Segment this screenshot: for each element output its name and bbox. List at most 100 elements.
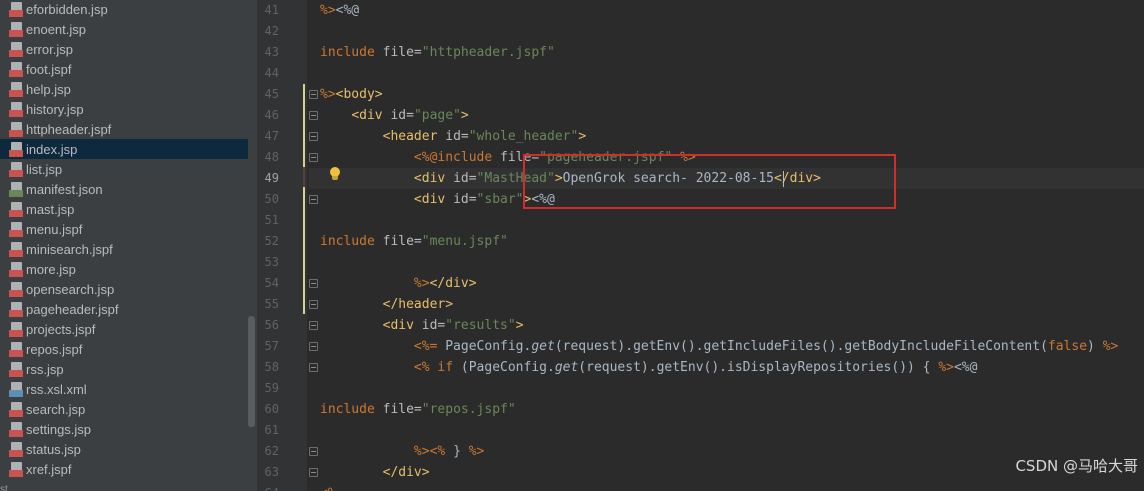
file-item[interactable]: menu.jspf	[0, 219, 248, 239]
code-line[interactable]: include file="httpheader.jspf"	[320, 42, 555, 63]
code-token: get	[554, 360, 579, 375]
file-item[interactable]: history.jsp	[0, 99, 248, 119]
line-number: 50	[264, 192, 279, 206]
code-token: false	[1047, 339, 1088, 354]
sidebar-scrollbar[interactable]	[248, 316, 255, 427]
file-item[interactable]: mast.jsp	[0, 199, 248, 219]
code-token: <%@	[953, 360, 978, 375]
file-item[interactable]: help.jsp	[0, 79, 248, 99]
line-number: 45	[264, 87, 279, 101]
file-item[interactable]: manifest.json	[0, 179, 248, 199]
file-item[interactable]: error.jsp	[0, 39, 248, 59]
file-item[interactable]: httpheader.jspf	[0, 119, 248, 139]
jsp-file-icon	[9, 81, 23, 97]
code-line[interactable]: %><%@	[320, 0, 359, 21]
file-item[interactable]: foot.jspf	[0, 59, 248, 79]
jsp-file-icon	[9, 1, 23, 17]
jsp-file-icon	[9, 281, 23, 297]
file-item[interactable]: search.jsp	[0, 399, 248, 419]
line-number: 56	[264, 318, 279, 332]
code-token: %>	[320, 87, 336, 102]
fold-icon[interactable]	[309, 111, 318, 120]
file-item[interactable]: pageheader.jspf	[0, 299, 248, 319]
file-item[interactable]: projects.jspf	[0, 319, 248, 339]
code-token: %>	[413, 276, 430, 291]
file-item[interactable]: settings.jsp	[0, 419, 248, 439]
file-item[interactable]: repos.jspf	[0, 339, 248, 359]
file-item[interactable]: rss.jsp	[0, 359, 248, 379]
code-token: include	[320, 402, 383, 417]
file-label: manifest.json	[26, 181, 103, 197]
fold-icon[interactable]	[309, 321, 318, 330]
code-line[interactable]: <% if (PageConfig.get(request).getEnv().…	[320, 357, 978, 378]
fold-icon[interactable]	[309, 195, 318, 204]
file-item[interactable]: opensearch.jsp	[0, 279, 248, 299]
fold-icon[interactable]	[309, 90, 318, 99]
fold-icon[interactable]	[309, 447, 318, 456]
fold-icon[interactable]	[309, 363, 318, 372]
code-line[interactable]: <div id="sbar"><%@	[320, 189, 555, 210]
code-token: <div	[351, 108, 391, 123]
code-line[interactable]: include file="menu.jspf"	[320, 231, 508, 252]
code-token: (request).getEnv().getIncludeFiles().get…	[554, 339, 1048, 354]
file-item[interactable]: enoent.jsp	[0, 19, 248, 39]
code-line[interactable]: <%= PageConfig.get(request).getEnv().get…	[320, 336, 1118, 357]
code-editor[interactable]: 41 42 43 44 45 46 47 48 49 50 51 52 53 54 55 56 57 58 59 60…	[257, 0, 1144, 491]
code-line[interactable]: <header id="whole_header">	[320, 126, 587, 147]
fold-icon[interactable]	[309, 279, 318, 288]
line-number: 54	[264, 276, 279, 290]
code-token: </div>	[382, 465, 430, 480]
file-item[interactable]: list.jsp	[0, 159, 248, 179]
file-label: enoent.jsp	[26, 21, 86, 37]
file-label: more.jsp	[26, 261, 76, 277]
change-marker	[303, 84, 305, 314]
code-line[interactable]: <div id="results">	[320, 315, 524, 336]
file-label: menu.jspf	[26, 221, 83, 237]
code-line[interactable]: <div id="page">	[320, 105, 468, 126]
file-label: status.jsp	[26, 441, 81, 457]
code-token: %>	[413, 444, 430, 459]
code-token: </header>	[382, 297, 454, 312]
fold-icon[interactable]	[309, 300, 318, 309]
file-item[interactable]: rss.xsl.xml	[0, 379, 248, 399]
line-number: 59	[264, 381, 279, 395]
file-item[interactable]: status.jsp	[0, 439, 248, 459]
code-token: <%=	[413, 339, 446, 354]
code-line[interactable]: include file="repos.jspf"	[320, 399, 516, 420]
xml-file-icon	[9, 381, 23, 397]
code-token: (PageConfig.	[460, 360, 555, 375]
code-line[interactable]: %></div>	[320, 273, 477, 294]
fold-icon[interactable]	[309, 132, 318, 141]
lightbulb-icon[interactable]	[329, 167, 341, 181]
code-token: "menu.jspf"	[421, 234, 508, 249]
code-token: "whole_header"	[468, 129, 579, 144]
code-line[interactable]: </header>	[320, 294, 453, 315]
file-item[interactable]: more.jsp	[0, 259, 248, 279]
code-line[interactable]: <%	[320, 483, 336, 491]
file-item[interactable]: xref.jspf	[0, 459, 248, 479]
line-number: 53	[264, 255, 279, 269]
jsp-file-icon	[9, 461, 23, 477]
fold-icon[interactable]	[309, 342, 318, 351]
file-label: httpheader.jspf	[26, 121, 112, 137]
code-token: id=	[421, 318, 446, 333]
file-label: rss.xsl.xml	[26, 381, 87, 397]
file-item[interactable]: minisearch.jspf	[0, 239, 248, 259]
fold-icon[interactable]	[309, 468, 318, 477]
line-number: 47	[264, 129, 279, 143]
code-line[interactable]: </div>	[320, 462, 430, 483]
file-item[interactable]: index.jsp	[0, 139, 248, 159]
sidebar-bottom-fragment: st	[0, 484, 8, 491]
file-item[interactable]: eforbidden.jsp	[0, 0, 248, 19]
code-token: >	[578, 129, 587, 144]
file-label: search.jsp	[26, 401, 86, 417]
error-marker	[303, 167, 305, 187]
code-line[interactable]: %><body>	[320, 84, 383, 105]
line-gutter: 41 42 43 44 45 46 47 48 49 50 51 52 53 54 55 56 57 58 59 60…	[257, 0, 318, 491]
line-number: 63	[264, 465, 279, 479]
code-line[interactable]: %><% } %>	[320, 441, 484, 462]
fold-icon[interactable]	[309, 153, 318, 162]
